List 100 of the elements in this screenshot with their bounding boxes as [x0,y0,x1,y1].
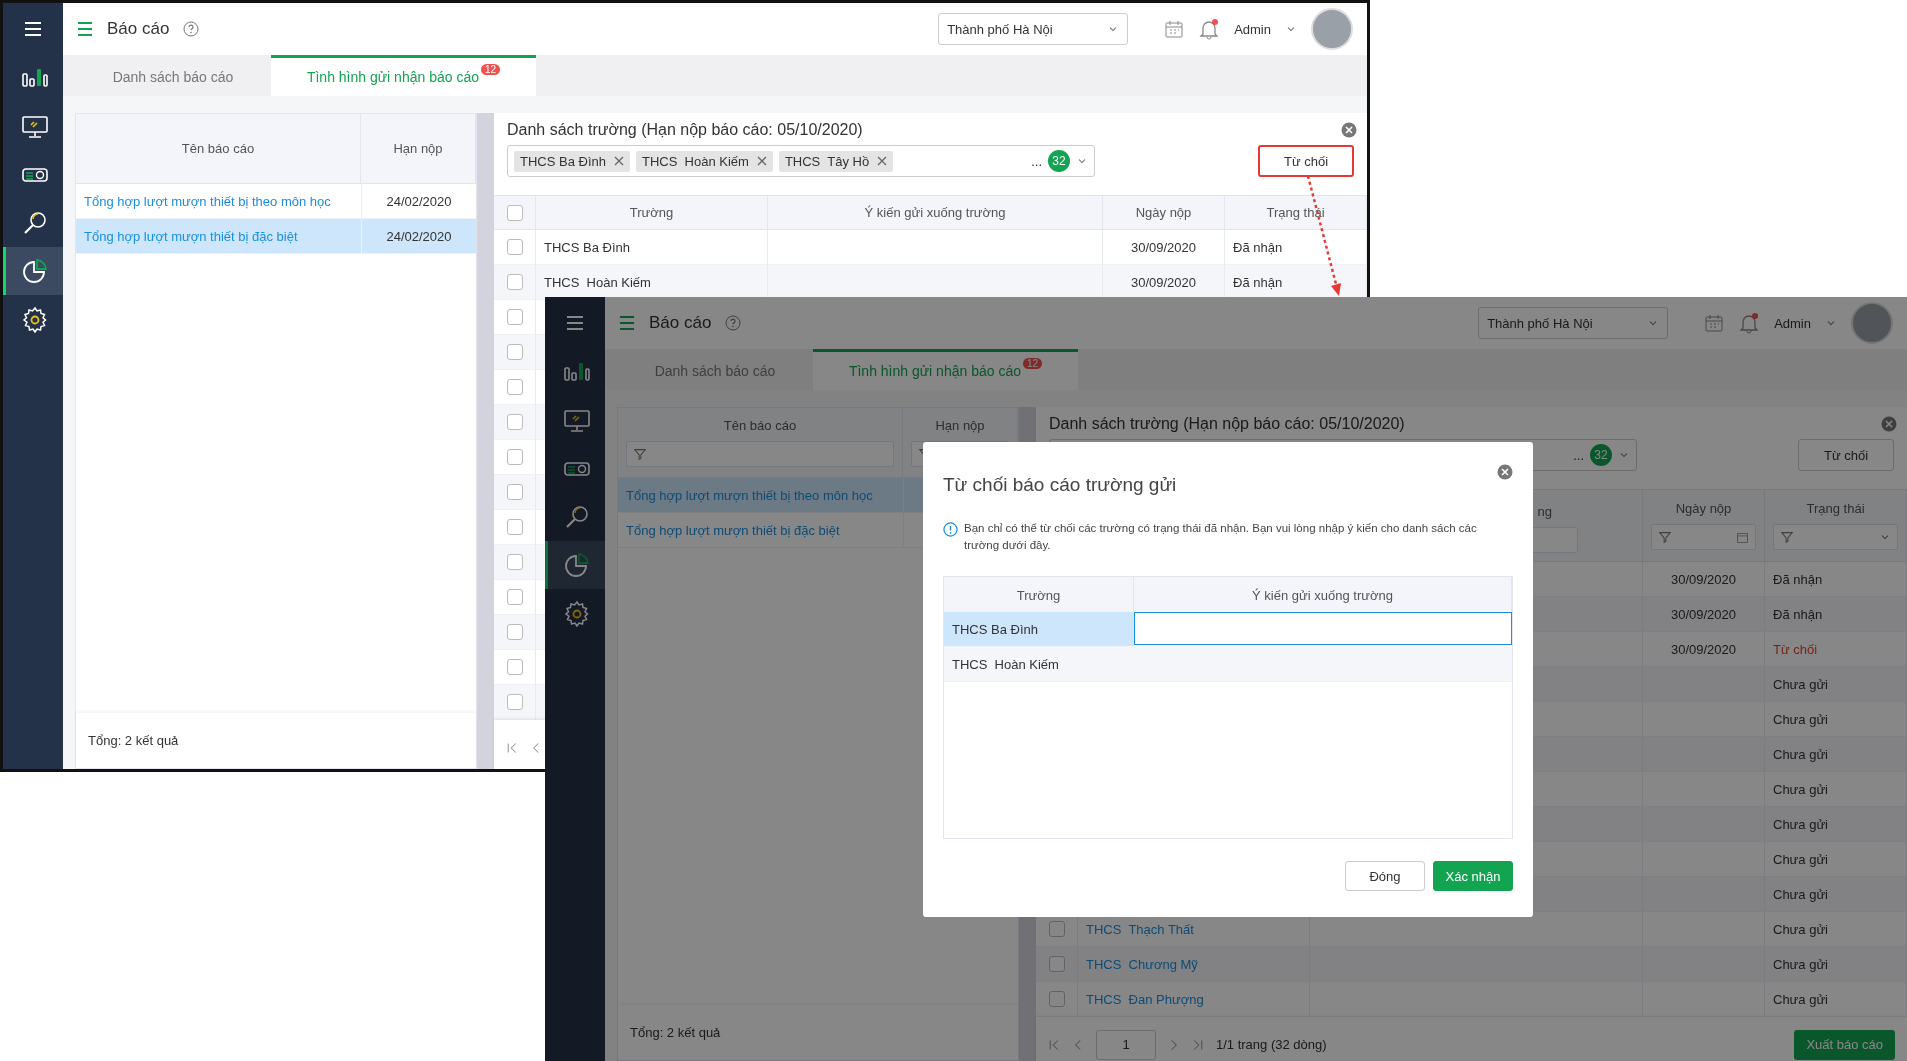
tab[interactable]: Tình hình gửi nhận báo cáo 12 [813,349,1078,390]
page-title: Báo cáo [107,19,170,39]
comment-field[interactable] [1134,612,1512,645]
table-cell[interactable]: THCS Ba Đình [944,612,1134,647]
more-indicator: ... [1573,447,1584,463]
avatar[interactable] [1851,302,1893,344]
checkbox[interactable] [506,589,523,605]
status-text: Từ chối [1773,641,1818,657]
first-page-icon[interactable] [1048,1038,1060,1051]
school-name: THCS Chương Mỹ [1086,956,1198,972]
remove-icon[interactable] [614,156,624,166]
region-dropdown[interactable]: Thành phố Hà Nội [938,13,1129,45]
status-text: Chưa gửi [1773,781,1828,797]
filter-icon [1780,530,1794,544]
more-indicator: ... [1031,153,1042,169]
checkbox[interactable] [506,239,523,255]
table-row[interactable]: Tổng hợp lượt mượn thiết bị theo môn học 24/02/2020 [76,184,476,219]
monitor-icon [19,113,50,141]
checkbox[interactable] [506,449,523,465]
close-button[interactable]: Đóng [1345,861,1425,891]
monitor-icon [561,407,592,435]
tag-label: THCS Ba Đình [520,153,606,169]
first-page-icon[interactable] [506,741,518,754]
page-input[interactable]: 1 [1096,1029,1156,1060]
close-icon[interactable] [1341,122,1357,138]
close-icon[interactable] [1881,416,1897,432]
close-icon[interactable] [1497,464,1513,480]
column-header: ng [1537,504,1552,519]
column-header: Trạng thái [1225,196,1367,230]
page-title: Báo cáo [649,313,712,333]
last-page-icon[interactable] [1192,1038,1204,1051]
nav-item[interactable] [3,247,63,295]
count-badge: 32 [1048,150,1070,172]
tab[interactable]: Danh sách báo cáo [75,55,271,96]
reject-button[interactable]: Từ chối [1798,439,1894,471]
column-header: Ý kiến gửi xuống trường [1134,577,1512,615]
school-name: THCS Đan Phượng [1086,991,1204,1007]
table-cell: 24/02/2020 [386,228,452,244]
region-value: Thành phố Hà Nội [1487,315,1593,331]
user-name[interactable]: Admin [1234,21,1271,37]
status-text: Chưa gửi [1773,851,1828,867]
column-header: Ý kiến gửi xuống trường [768,196,1103,230]
calendar-icon[interactable] [1704,313,1725,333]
school-select[interactable]: THCS Ba Đình THCS Hoàn Kiếm THCS Tây Hồ ... 32 [507,145,1095,177]
remove-icon[interactable] [756,156,767,166]
column-header: Ngày nộp [1103,196,1225,230]
checkbox[interactable] [506,344,523,360]
confirm-button[interactable]: Xác nhận [1433,861,1513,891]
filter-field[interactable] [1773,524,1898,550]
report-link[interactable]: Tổng hợp lượt mượn thiết bị theo môn học [84,193,331,209]
help-icon[interactable] [725,315,742,331]
calendar-icon [1736,530,1749,544]
checkbox[interactable] [506,204,523,221]
checkbox[interactable] [506,274,523,290]
bell-icon[interactable] [1738,312,1761,334]
reject-button[interactable]: Từ chối [1258,145,1354,177]
status-text: Chưa gửi [1773,711,1828,727]
column-header: Tên báo cáo [723,418,797,433]
checkbox[interactable] [506,484,523,500]
filter-icon [1658,530,1672,544]
total-count: Tổng: 2 kết quả [630,1025,721,1040]
checkbox[interactable] [506,519,523,535]
table-row[interactable]: Tổng hợp lượt mượn thiết bị đặc biệt 24/02/2020 [76,219,476,254]
avatar[interactable] [1311,8,1353,50]
user-name[interactable]: Admin [1774,315,1811,331]
checkbox[interactable] [1048,921,1065,937]
checkbox[interactable] [506,414,523,430]
help-icon[interactable] [183,21,200,37]
tag-label: THCS Tây Hồ [784,153,870,169]
export-button[interactable]: Xuất báo cáo [1794,1029,1895,1060]
column-header: Hạn nộp [361,114,476,184]
checkbox[interactable] [1048,956,1065,972]
page-info: 1/1 trang (32 dòng) [1216,1037,1327,1052]
report-link[interactable]: Tổng hợp lượt mượn thiết bị đặc biệt [84,228,298,244]
checkbox[interactable] [506,694,523,710]
table-cell: 24/02/2020 [386,193,452,209]
status-text: Chưa gửi [1773,886,1828,902]
checkbox[interactable] [506,659,523,675]
report-link[interactable]: Tổng hợp lượt mượn thiết bị đặc biệt [626,522,840,538]
checkbox[interactable] [506,624,523,640]
region-dropdown[interactable]: Thành phố Hà Nội [1478,307,1669,339]
checkbox[interactable] [506,309,523,325]
column-header: Trường [536,196,768,230]
table-cell: 30/09/2020 [1670,571,1737,587]
school-name: THCS Ba Đình [544,239,630,255]
status-text: Đã nhận [1233,239,1283,255]
bell-icon[interactable] [1198,18,1221,40]
status-text: Chưa gửi [1773,956,1828,972]
checkbox[interactable] [1048,991,1065,1007]
filter-field[interactable] [626,441,894,467]
filter-field[interactable] [1651,524,1756,550]
tab[interactable]: Danh sách báo cáo [617,349,813,390]
status-text: Chưa gửi [1773,816,1828,832]
calendar-icon[interactable] [1164,19,1185,39]
table-cell[interactable]: THCS Hoàn Kiếm [944,647,1134,682]
checkbox[interactable] [506,554,523,570]
tab[interactable]: Tình hình gửi nhận báo cáo 12 [271,55,536,96]
checkbox[interactable] [506,379,523,395]
status-text: Đã nhận [1773,606,1823,622]
remove-icon[interactable] [877,156,888,166]
